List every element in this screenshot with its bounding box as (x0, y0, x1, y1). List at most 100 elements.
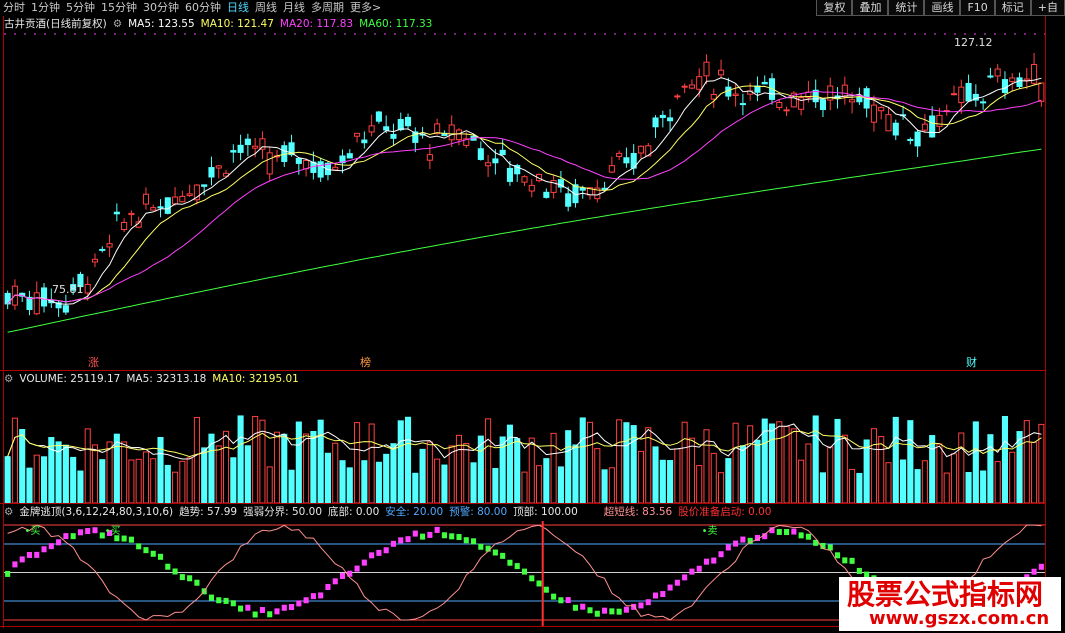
trend-block (19, 556, 25, 563)
trend-block (274, 608, 280, 615)
volume-bar (987, 434, 994, 503)
candle (354, 132, 361, 137)
trend-block (565, 597, 571, 604)
trend-block (339, 572, 346, 579)
toolbar-button-3[interactable]: 画线 (924, 0, 961, 16)
volume-bar (514, 438, 521, 503)
candle (521, 176, 528, 183)
volume-bar (849, 468, 856, 503)
volume-bar (870, 428, 877, 503)
volume-bar (157, 437, 164, 503)
marker-cai[interactable]: 财 (966, 356, 977, 369)
volume-bar (885, 462, 892, 503)
volume-bar (354, 422, 361, 503)
volume-bar (303, 433, 310, 503)
volume-bar (863, 439, 870, 503)
volume-bar (324, 452, 331, 503)
period-tab-10[interactable]: 更多> (349, 0, 382, 16)
trend-block (740, 536, 746, 543)
trend-block (776, 528, 782, 535)
signal-label: •卖 (702, 525, 718, 537)
trend-block (660, 591, 666, 598)
trend-block (667, 584, 673, 591)
volume-bar (761, 418, 768, 503)
trend-block (689, 568, 695, 575)
gear-icon[interactable]: ⚙ (4, 505, 13, 519)
trend-block (580, 603, 586, 610)
price-volume-divider (0, 370, 1045, 371)
period-tab-2[interactable]: 5分钟 (65, 0, 96, 16)
trend-block (543, 586, 549, 593)
volume-bar (899, 459, 907, 503)
volume-bar (128, 459, 135, 503)
period-tab-5[interactable]: 60分钟 (184, 0, 222, 16)
marker-zhang[interactable]: 涨 (88, 356, 99, 369)
toolbar-button-5[interactable]: 标记 (994, 0, 1031, 16)
trend-block (77, 529, 83, 536)
trend-block (92, 527, 98, 534)
candle (295, 157, 302, 164)
trend-block (856, 567, 862, 574)
volume-bar (586, 421, 594, 503)
volume-bar (361, 460, 368, 503)
period-tab-1[interactable]: 1分钟 (30, 0, 61, 16)
volume-bar (834, 418, 841, 503)
toolbar-button-6[interactable]: +自 (1030, 0, 1065, 16)
gear-icon[interactable]: ⚙ (4, 372, 13, 386)
candle (332, 166, 339, 171)
period-tab-7[interactable]: 周线 (254, 0, 278, 16)
candle (317, 161, 324, 178)
stock-title[interactable]: 古井贡酒(日线前复权) (4, 17, 107, 31)
trend-block (172, 568, 178, 575)
trend-block (1038, 563, 1044, 570)
trend-block (507, 559, 513, 566)
volume-bar (936, 443, 943, 503)
trend-block (682, 574, 688, 581)
period-tab-0[interactable]: 分时 (2, 0, 26, 16)
candle (1001, 79, 1009, 93)
toolbar-button-4[interactable]: F10 (960, 0, 995, 16)
volume-bar (404, 416, 412, 503)
period-tab-9[interactable]: 多周期 (310, 0, 345, 16)
toolbar-button-2[interactable]: 统计 (888, 0, 925, 16)
trend-block (616, 608, 622, 615)
volume-bar (215, 445, 222, 503)
volume-bar (798, 459, 805, 503)
candle (150, 207, 157, 211)
trend-block (602, 607, 608, 614)
period-tab-3[interactable]: 15分钟 (100, 0, 138, 16)
volume-bar (768, 423, 776, 503)
volume-chart[interactable] (4, 386, 1045, 503)
price-chart[interactable]: 127.12 75.81 (4, 31, 1045, 370)
super-short-value: 超短线: 83.56 (603, 506, 673, 518)
candle (426, 154, 433, 161)
volume-bar (288, 469, 295, 503)
trend-block (412, 530, 418, 537)
candle (783, 109, 790, 112)
gear-icon[interactable]: ⚙ (113, 17, 122, 31)
volume-bar (929, 435, 936, 503)
trend-block (325, 583, 331, 590)
volume-bar (91, 444, 99, 503)
candle (62, 305, 69, 313)
toolbar-button-0[interactable]: 复权 (816, 0, 853, 16)
period-tabs: 分时 1分钟 5分钟 15分钟 30分钟 60分钟 日线 周线 月线 多周期 更多> (2, 0, 382, 16)
ma5-line (7, 77, 1042, 305)
trend-block (223, 597, 229, 604)
trend-block (70, 533, 76, 540)
toolbar-button-1[interactable]: 叠加 (852, 0, 889, 16)
marker-bang[interactable]: 榜 (360, 356, 371, 369)
period-tab-8[interactable]: 月线 (282, 0, 306, 16)
high-price-label: 127.12 (954, 36, 993, 49)
period-tab-6[interactable]: 日线 (226, 0, 250, 16)
candle (142, 193, 150, 205)
trend-block (463, 537, 469, 544)
trend-block (383, 547, 389, 554)
candle (244, 138, 251, 146)
period-tab-4[interactable]: 30分钟 (142, 0, 180, 16)
trend-value: 趋势: 57.99 (179, 506, 238, 518)
volume-bar (485, 418, 492, 503)
volume-bar (1023, 420, 1030, 503)
volume-bar (754, 439, 761, 503)
candle (870, 104, 877, 123)
